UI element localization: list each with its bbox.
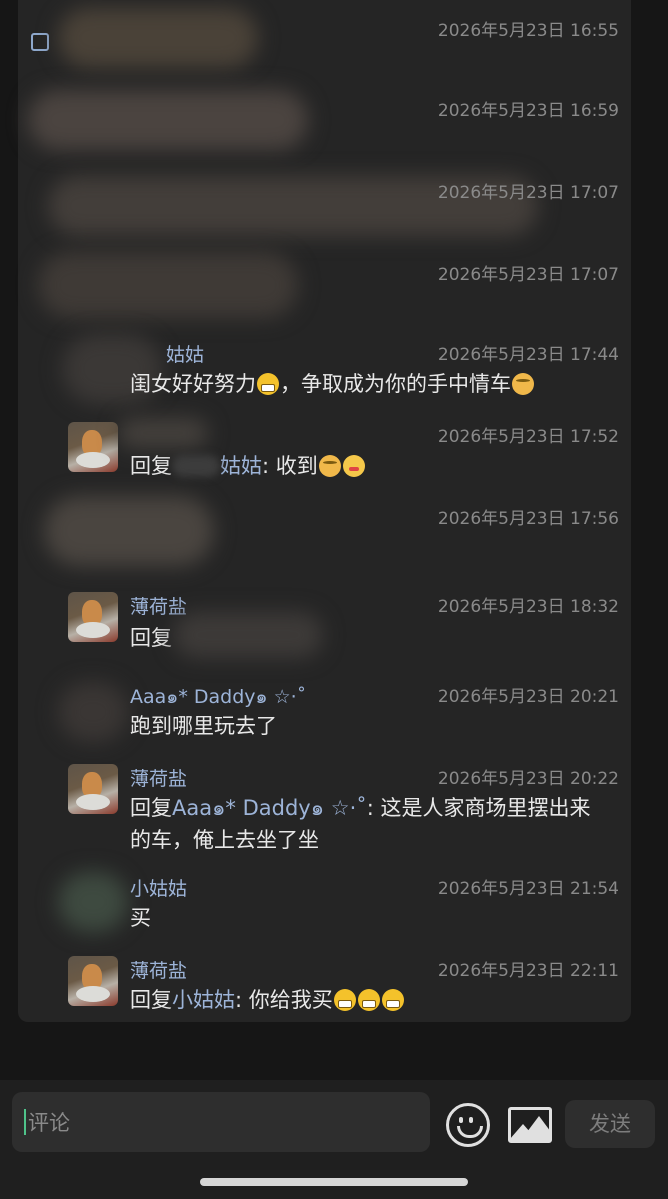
comment-item[interactable]: 薄荷盐 2026年5月23日 22:11 回复小姑姑: 你给我买 — [18, 946, 631, 1022]
comment-time: 2026年5月23日 17:07 — [437, 183, 619, 203]
blurred-content — [28, 90, 308, 150]
comment-item[interactable]: 2026年5月23日 16:55 — [18, 0, 631, 80]
comment-item[interactable]: 2026年5月23日 16:59 — [18, 80, 631, 162]
comment-time: 2026年5月23日 20:21 — [437, 687, 619, 707]
blurred-name — [118, 418, 208, 448]
comment-text-line2: 的车，俺上去坐了坐 — [130, 828, 319, 852]
smile-icon[interactable] — [446, 1103, 490, 1147]
comment-item[interactable]: Aaa๑* Daddy๑ ☆·˚ 2026年5月23日 20:21 跑到哪里玩去… — [18, 672, 631, 754]
comment-text-part: 闺女好好努力 — [130, 372, 256, 396]
reply-prefix: 回复 — [130, 626, 172, 650]
comment-text-part: : 收到 — [262, 454, 318, 478]
reply-prefix: 回复 — [130, 796, 172, 820]
blurred-avatar — [58, 872, 128, 932]
blurred-avatar — [58, 682, 128, 742]
comment-time: 2026年5月23日 22:11 — [437, 961, 619, 981]
grin-emoji-icon — [257, 373, 279, 395]
comment-text: 回复 姑姑: 收到 — [130, 450, 366, 482]
avatar[interactable] — [68, 956, 118, 1006]
comment-author[interactable]: 小姑姑 — [130, 874, 187, 901]
comment-text-part: : 你给我买 — [235, 988, 333, 1012]
blurred-content — [58, 8, 258, 68]
mention-link[interactable]: Aaa๑* Daddy๑ ☆·˚ — [172, 796, 367, 820]
comment-item[interactable]: 小姑姑 2026年5月23日 21:54 买 — [18, 864, 631, 946]
send-button[interactable]: 发送 — [565, 1100, 655, 1148]
comment-item[interactable]: 2026年5月23日 17:07 — [18, 162, 631, 244]
comment-item[interactable]: 薄荷盐 2026年5月23日 18:32 回复 — [18, 582, 631, 672]
mention-link[interactable]: 小姑姑 — [172, 988, 235, 1012]
home-indicator[interactable] — [200, 1178, 468, 1186]
grin-emoji-icon — [381, 989, 404, 1011]
comment-item[interactable]: 2026年5月23日 17:56 — [18, 490, 631, 582]
comment-icon — [31, 33, 49, 51]
comment-input-box[interactable] — [12, 1092, 430, 1154]
comment-text: 回复 — [130, 622, 172, 654]
blurred-content — [38, 252, 298, 318]
comment-time: 2026年5月23日 17:07 — [437, 265, 619, 285]
comment-time: 2026年5月23日 17:52 — [437, 427, 619, 447]
comment-text: 买 — [130, 906, 151, 930]
avatar[interactable] — [68, 592, 118, 642]
comment-text: 闺女好好努力 ，争取成为你的手中情车 — [130, 368, 535, 400]
grin-emoji-icon — [357, 989, 380, 1011]
comment-author[interactable]: 薄荷盐 — [130, 592, 187, 619]
avatar[interactable] — [68, 422, 118, 472]
comment-author[interactable]: Aaa๑* Daddy๑ ☆·˚ — [130, 682, 306, 712]
comment-panel: 2026年5月23日 16:55 2026年5月23日 16:59 2026年5… — [18, 0, 631, 1022]
blurred-content — [44, 496, 214, 566]
comment-time: 2026年5月23日 17:44 — [437, 345, 619, 365]
blurred-content — [173, 612, 323, 658]
comment-time: 2026年5月23日 18:32 — [437, 597, 619, 617]
grin-emoji-icon — [512, 373, 534, 395]
comment-author[interactable]: 薄荷盐 — [130, 764, 187, 791]
reply-prefix: 回复 — [130, 454, 172, 478]
comment-time: 2026年5月23日 16:59 — [437, 101, 619, 121]
blurred-mention — [172, 455, 220, 477]
avatar[interactable] — [68, 764, 118, 814]
image-icon[interactable] — [508, 1107, 552, 1143]
comment-item[interactable]: 2026年5月23日 17:52 回复 姑姑: 收到 — [18, 408, 631, 490]
mention-link[interactable]: 姑姑 — [220, 454, 262, 478]
comment-text: 跑到哪里玩去了 — [130, 714, 277, 738]
comment-item[interactable]: 薄荷盐 2026年5月23日 20:22 回复Aaa๑* Daddy๑ ☆·˚:… — [18, 754, 631, 864]
comment-time: 2026年5月23日 16:55 — [437, 21, 619, 41]
comment-text: 回复小姑姑: 你给我买 — [130, 984, 405, 1016]
comment-text: 回复Aaa๑* Daddy๑ ☆·˚: 这是人家商场里摆出来 — [130, 792, 591, 824]
comment-input[interactable] — [26, 1092, 420, 1154]
comment-text-part: ，争取成为你的手中情车 — [280, 372, 511, 396]
reply-prefix: 回复 — [130, 988, 172, 1012]
comment-author[interactable]: 薄荷盐 — [130, 956, 187, 983]
comment-time: 2026年5月23日 20:22 — [437, 769, 619, 789]
comment-author[interactable]: 姑姑 — [166, 340, 204, 367]
salute-emoji-icon — [318, 455, 341, 477]
comment-time: 2026年5月23日 17:56 — [437, 509, 619, 529]
comment-item[interactable]: 姑姑 2026年5月23日 17:44 闺女好好努力 ，争取成为你的手中情车 — [18, 326, 631, 408]
comment-time: 2026年5月23日 21:54 — [437, 879, 619, 899]
grin-emoji-icon — [333, 989, 356, 1011]
comment-item[interactable]: 2026年5月23日 17:07 — [18, 244, 631, 326]
party-emoji-icon — [342, 455, 365, 477]
comment-text-part: : 这是人家商场里摆出来 — [366, 796, 591, 820]
